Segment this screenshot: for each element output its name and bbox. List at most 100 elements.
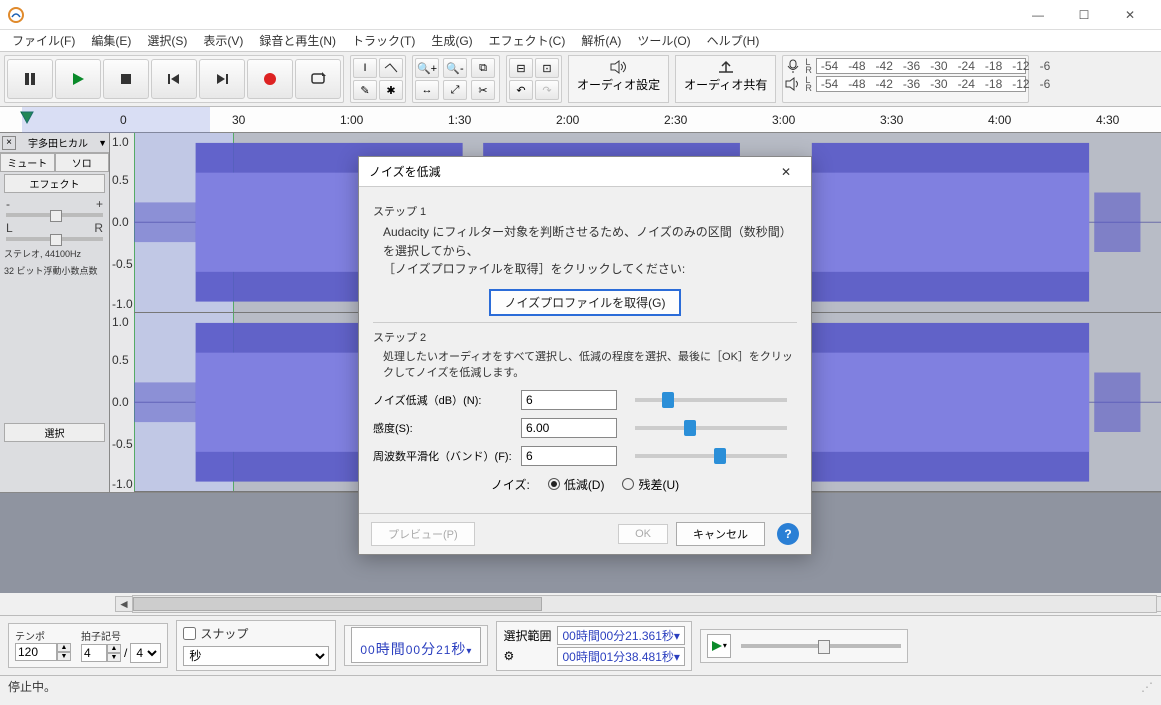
menu-tools[interactable]: ツール(O)	[629, 30, 698, 51]
menu-generate[interactable]: 生成(G)	[423, 30, 480, 51]
close-button[interactable]: ✕	[1107, 0, 1153, 30]
audio-setup-button[interactable]: オーディオ設定	[568, 55, 669, 103]
gear-icon[interactable]: ⚙	[503, 649, 551, 663]
menu-tracks[interactable]: トラック(T)	[344, 30, 423, 51]
recording-meter[interactable]: -54-48-42-36-30-24-18-12-6	[816, 58, 1026, 74]
cancel-button[interactable]: キャンセル	[676, 522, 765, 546]
redo-icon[interactable]: ↷	[535, 80, 559, 100]
menu-file[interactable]: ファイル(F)	[4, 30, 83, 51]
time-display[interactable]: 00時間00分21秒▾	[344, 625, 488, 666]
freq-smoothing-input[interactable]	[521, 446, 617, 466]
noise-mode-label: ノイズ:	[491, 476, 530, 493]
status-text: 停止中。	[8, 678, 56, 695]
timesig-label: 拍子記号	[81, 632, 121, 643]
play-lr-label: LR	[805, 76, 812, 92]
track-close-button[interactable]: ×	[2, 136, 16, 150]
play-button[interactable]	[55, 59, 101, 99]
menubar: ファイル(F) 編集(E) 選択(S) 表示(V) 録音と再生(N) トラック(…	[0, 30, 1161, 52]
reduce-radio[interactable]: 低減(D)	[548, 476, 605, 493]
minimize-button[interactable]: —	[1015, 0, 1061, 30]
bottom-toolbar: テンポ ▲▼ 拍子記号 ▲▼ / 4 スナップ 秒 00時間00分21秒▾ 選択…	[0, 615, 1161, 675]
preview-button[interactable]: プレビュー(P)	[371, 522, 475, 546]
scroll-left-button[interactable]: ◄	[115, 596, 133, 612]
record-button[interactable]	[247, 59, 293, 99]
pause-button[interactable]	[7, 59, 53, 99]
stop-button[interactable]	[103, 59, 149, 99]
audio-setup-label: オーディオ設定	[577, 76, 660, 93]
sensitivity-input[interactable]	[521, 418, 617, 438]
noise-reduction-dialog: ノイズを低減 ✕ ステップ 1 Audacity にフィルター対象を判断させるた…	[358, 156, 812, 555]
selection-tool-icon[interactable]: I	[353, 58, 377, 78]
residue-radio[interactable]: 残差(U)	[622, 476, 679, 493]
toolbar: I ✎ ✱ 🔍+ 🔍- ⧉ ↔ ⤢ ✂ ⊟ ⊡ ↶ ↷ オーディオ設定 オーディ…	[0, 52, 1161, 107]
playback-speed-slider[interactable]	[741, 644, 901, 648]
maximize-button[interactable]: ☐	[1061, 0, 1107, 30]
track-select-button[interactable]: 選択	[4, 423, 105, 442]
playback-speaker-icon	[785, 77, 801, 91]
solo-button[interactable]: ソロ	[55, 153, 110, 172]
app-logo-icon	[8, 7, 24, 23]
track-menu-button[interactable]: ▼	[98, 138, 107, 148]
tempo-input[interactable]: ▲▼	[15, 643, 71, 661]
step1-heading: ステップ 1	[373, 203, 797, 219]
zoom-out-icon[interactable]: 🔍-	[443, 58, 467, 78]
scroll-thumb[interactable]	[133, 597, 542, 611]
scroll-right-button[interactable]: ►	[1156, 596, 1161, 612]
horizontal-scrollbar[interactable]: ◄ ►	[132, 595, 1157, 613]
envelope-tool-icon[interactable]	[379, 58, 403, 78]
timesig-num-input[interactable]: ▲▼	[81, 644, 121, 662]
zoom-in-icon[interactable]: 🔍+	[415, 58, 439, 78]
ok-button[interactable]: OK	[618, 524, 668, 544]
mic-icon	[785, 59, 801, 73]
help-button[interactable]: ?	[777, 523, 799, 545]
menu-analyze[interactable]: 解析(A)	[573, 30, 629, 51]
multi-tool-icon[interactable]: ✱	[379, 80, 403, 100]
effects-button[interactable]: エフェクト	[4, 174, 105, 193]
draw-tool-icon[interactable]: ✎	[353, 80, 377, 100]
titlebar: — ☐ ✕	[0, 0, 1161, 30]
undo-icon[interactable]: ↶	[509, 80, 533, 100]
share-audio-button[interactable]: オーディオ共有	[675, 55, 776, 103]
menu-transport[interactable]: 録音と再生(N)	[251, 30, 344, 51]
play-at-speed-button[interactable]: ▾	[707, 634, 731, 658]
trim-outside-icon[interactable]: ⊟	[509, 58, 533, 78]
snap-unit-select[interactable]: 秒	[183, 646, 329, 666]
zoom-toggle-icon[interactable]: ⤢	[443, 80, 467, 100]
freq-smoothing-slider[interactable]	[635, 454, 787, 458]
menu-help[interactable]: ヘルプ(H)	[699, 30, 768, 51]
menu-edit[interactable]: 編集(E)	[83, 30, 139, 51]
skip-start-button[interactable]	[151, 59, 197, 99]
mute-button[interactable]: ミュート	[0, 153, 55, 172]
skip-end-button[interactable]	[199, 59, 245, 99]
menu-view[interactable]: 表示(V)	[195, 30, 251, 51]
playback-meter[interactable]: -54-48-42-36-30-24-18-12-6	[816, 76, 1026, 92]
track-name[interactable]: 宇多田ヒカル	[18, 135, 98, 150]
selection-start[interactable]: 00時間00分21.361秒▾	[557, 626, 684, 645]
gain-slider[interactable]: -+	[6, 197, 103, 217]
timesig-denom-select[interactable]: 4	[130, 643, 161, 663]
get-noise-profile-button[interactable]: ノイズプロファイルを取得(G)	[489, 289, 682, 316]
silence-icon[interactable]: ⊡	[535, 58, 559, 78]
resize-grip-icon[interactable]: ⋰	[1141, 680, 1153, 694]
dialog-title: ノイズを低減	[369, 163, 441, 180]
sensitivity-slider[interactable]	[635, 426, 787, 430]
noise-reduction-slider[interactable]	[635, 398, 787, 402]
snap-checkbox[interactable]	[183, 627, 196, 640]
selection-end[interactable]: 00時間01分38.481秒▾	[557, 647, 684, 666]
freq-smoothing-label: 周波数平滑化（バンド）(F):	[373, 448, 513, 464]
loop-button[interactable]	[295, 59, 341, 99]
zoom-fit-icon[interactable]: ↔	[415, 80, 439, 100]
trim-icon[interactable]: ✂	[471, 80, 495, 100]
menu-select[interactable]: 選択(S)	[139, 30, 195, 51]
status-bar: 停止中。 ⋰	[0, 675, 1161, 697]
step2-text: 処理したいオーディオをすべて選択し、低減の程度を選択、最後に［OK］をクリックし…	[383, 349, 797, 382]
timeline-ruler[interactable]: 0 30 1:00 1:30 2:00 2:30 3:00 3:30 4:00 …	[0, 107, 1161, 133]
zoom-fit-sel-icon[interactable]: ⧉	[471, 58, 495, 78]
pan-slider[interactable]: LR	[6, 221, 103, 241]
dialog-close-button[interactable]: ✕	[771, 165, 801, 179]
menu-effect[interactable]: エフェクト(C)	[481, 30, 574, 51]
snap-label: スナップ	[200, 625, 248, 642]
rec-lr-label: LR	[805, 58, 812, 74]
tempo-label: テンポ	[15, 632, 45, 643]
noise-reduction-input[interactable]	[521, 390, 617, 410]
